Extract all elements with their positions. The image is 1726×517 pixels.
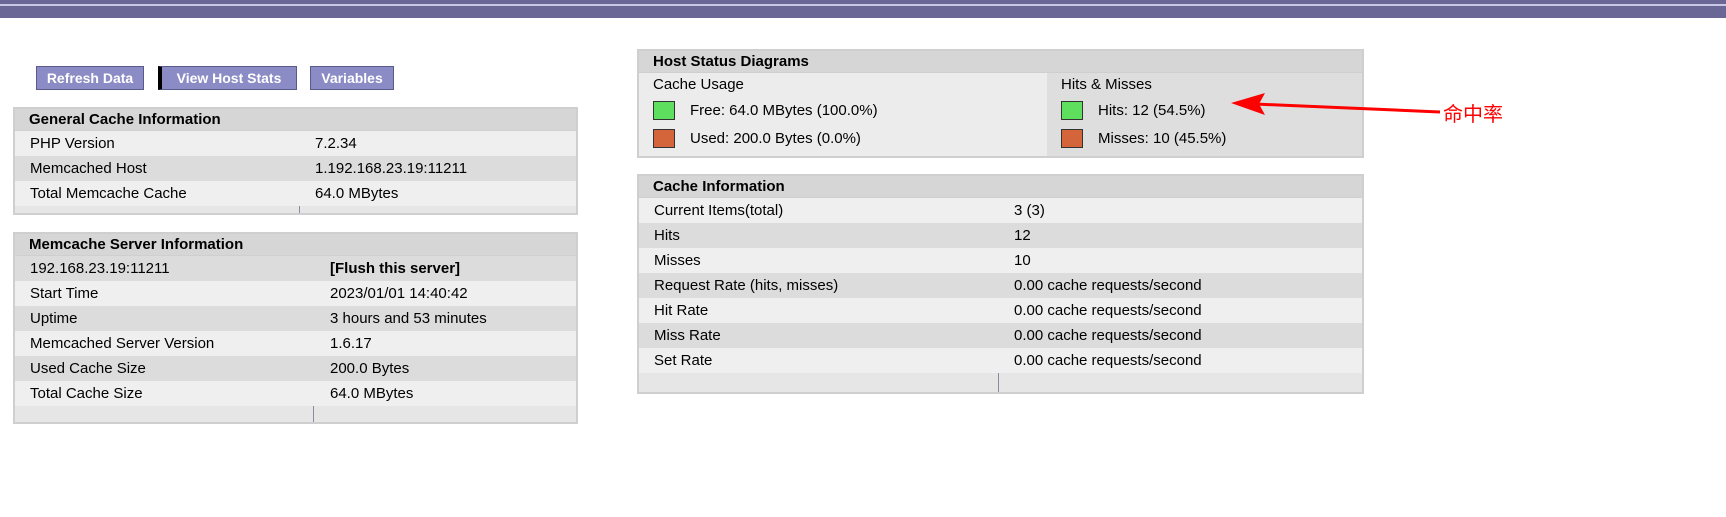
row-key: Memcached Server Version [30, 335, 215, 352]
memcache-server-info-panel: Memcache Server Information 192.168.23.1… [13, 232, 578, 424]
view-host-stats-button[interactable]: View Host Stats [158, 66, 297, 90]
server-host-row: 192.168.23.19:11211 [Flush this server] [15, 256, 576, 281]
row-value: 0.00 cache requests/second [1014, 352, 1202, 369]
table-row: Uptime 3 hours and 53 minutes [15, 306, 576, 331]
row-value: 12 [1014, 227, 1031, 244]
table-row: Request Rate (hits, misses) 0.00 cache r… [639, 273, 1362, 298]
table-row: Miss Rate 0.00 cache requests/second [639, 323, 1362, 348]
table-row: Set Rate 0.00 cache requests/second [639, 348, 1362, 373]
general-cache-info-title: General Cache Information [15, 109, 576, 131]
row-value: 64.0 MBytes [330, 385, 414, 402]
misses-color-swatch [1061, 129, 1083, 148]
row-value: 1.6.17 [330, 335, 372, 352]
used-color-swatch [653, 129, 675, 148]
row-value: 2023/01/01 14:40:42 [330, 285, 468, 302]
row-key: Uptime [30, 310, 78, 327]
server-host: 192.168.23.19:11211 [30, 260, 170, 277]
annotation-label: 命中率 [1443, 104, 1503, 126]
table-row: Total Memcache Cache 64.0 MBytes [15, 181, 576, 206]
table-row: Current Items(total) 3 (3) [639, 198, 1362, 223]
row-key: Total Memcache Cache [30, 185, 187, 202]
table-row: Memcached Host 1.192.168.23.19:11211 [15, 156, 576, 181]
row-value: 0.00 cache requests/second [1014, 302, 1202, 319]
table-row: Hits 12 [639, 223, 1362, 248]
row-key: Memcached Host [30, 160, 147, 177]
top-header-line [0, 4, 1726, 6]
row-value: 64.0 MBytes [315, 185, 399, 202]
table-row: Start Time 2023/01/01 14:40:42 [15, 281, 576, 306]
row-key: Total Cache Size [30, 385, 143, 402]
row-key: Hit Rate [654, 302, 709, 319]
row-key: Request Rate (hits, misses) [654, 277, 839, 294]
cache-info-panel: Cache Information Current Items(total) 3… [637, 174, 1364, 394]
row-value: 3 hours and 53 minutes [330, 310, 487, 327]
table-row: Total Cache Size 64.0 MBytes [15, 381, 576, 406]
table-row: Memcached Server Version 1.6.17 [15, 331, 576, 356]
row-key: Miss Rate [654, 327, 721, 344]
row-value: 0.00 cache requests/second [1014, 327, 1202, 344]
row-value: 0.00 cache requests/second [1014, 277, 1202, 294]
table-row: PHP Version 7.2.34 [15, 131, 576, 156]
row-key: Used Cache Size [30, 360, 146, 377]
row-key: Misses [654, 252, 701, 269]
memcache-server-info-title: Memcache Server Information [15, 234, 576, 256]
annotation-arrow-icon [1231, 93, 1441, 115]
row-value: 3 (3) [1014, 202, 1045, 219]
cache-usage-header: Cache Usage [653, 76, 744, 93]
legend-hits-label: Hits: 12 (54.5%) [1098, 102, 1206, 119]
row-key: Set Rate [654, 352, 713, 369]
row-key: Start Time [30, 285, 99, 302]
top-header-bar [0, 0, 1726, 18]
table-row: Hit Rate 0.00 cache requests/second [639, 298, 1362, 323]
refresh-data-button[interactable]: Refresh Data [36, 66, 144, 90]
flush-server-link[interactable]: [Flush this server] [330, 256, 460, 281]
row-value: 1.192.168.23.19:11211 [315, 160, 468, 177]
cache-info-title: Cache Information [639, 176, 1362, 198]
hits-color-swatch [1061, 101, 1083, 120]
hits-misses-header: Hits & Misses [1061, 76, 1152, 93]
row-key: PHP Version [30, 135, 115, 152]
free-color-swatch [653, 101, 675, 120]
table-row: Used Cache Size 200.0 Bytes [15, 356, 576, 381]
row-value: 7.2.34 [315, 135, 357, 152]
row-value: 200.0 Bytes [330, 360, 410, 377]
table-row: Misses 10 [639, 248, 1362, 273]
legend-free-label: Free: 64.0 MBytes (100.0%) [690, 102, 878, 119]
general-cache-info-panel: General Cache Information PHP Version 7.… [13, 107, 578, 215]
legend-used-label: Used: 200.0 Bytes (0.0%) [690, 130, 861, 147]
cache-usage-column: Cache Usage Free: 64.0 MBytes (100.0%) U… [639, 73, 1047, 156]
row-key: Hits [654, 227, 680, 244]
row-value: 10 [1014, 252, 1031, 269]
row-key: Current Items(total) [654, 202, 784, 219]
variables-button[interactable]: Variables [310, 66, 394, 90]
host-status-diagrams-title: Host Status Diagrams [639, 51, 1362, 73]
legend-misses-label: Misses: 10 (45.5%) [1098, 130, 1227, 147]
